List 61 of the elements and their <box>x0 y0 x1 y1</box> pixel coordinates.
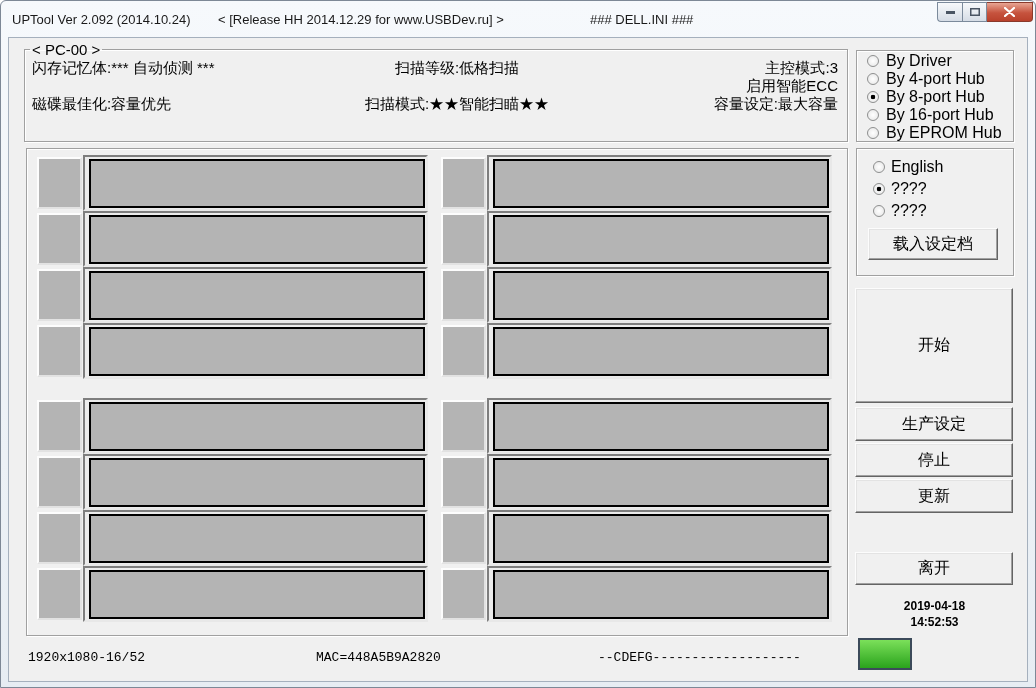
port-status-tile <box>441 568 486 620</box>
action-button[interactable]: 生产设定 <box>855 407 1013 441</box>
info-text: 启用智能ECC <box>746 76 838 95</box>
minimize-button[interactable] <box>937 2 962 22</box>
maximize-icon <box>969 8 980 16</box>
close-icon <box>1004 7 1015 17</box>
date-text: 2019-04-18 <box>903 598 966 614</box>
hub-mode-radio[interactable]: By 16-port Hub <box>867 106 994 124</box>
hub-mode-radio[interactable]: By 4-port Hub <box>867 70 985 88</box>
minimize-icon <box>945 10 955 14</box>
port-status-tile <box>37 269 82 321</box>
radio-icon[interactable] <box>867 91 879 103</box>
release-label: < [Release HH 2014.12.29 for www.USBDev.ru] > <box>218 11 504 27</box>
port-status-tile <box>441 269 486 321</box>
language-radio[interactable]: English <box>873 156 944 178</box>
radio-icon[interactable] <box>873 161 885 173</box>
hub-mode-radio[interactable]: By 8-port Hub <box>867 88 985 106</box>
window-title: UPTool Ver 2.092 (2014.10.24) <box>12 11 191 27</box>
port-status-tile <box>441 213 486 265</box>
config-file-label: ### DELL.INI ### <box>590 11 694 27</box>
port-status-tile <box>37 568 82 620</box>
radio-icon[interactable] <box>867 127 879 139</box>
info-text: 扫描等级:低格扫描 <box>394 59 520 77</box>
load-config-button[interactable]: 载入设定档 <box>868 228 998 260</box>
port-status-tile <box>441 325 486 377</box>
time-text: 14:52:53 <box>910 614 959 630</box>
port-status-tile <box>37 400 82 452</box>
radio-icon[interactable] <box>873 183 885 195</box>
info-text: 闪存记忆体:*** 自动侦测 *** <box>32 59 215 77</box>
action-button[interactable]: 更新 <box>855 479 1013 513</box>
info-text: 磁碟最佳化:容量优先 <box>32 94 172 112</box>
info-text: 主控模式:3 <box>765 59 838 77</box>
radio-icon[interactable] <box>873 205 885 217</box>
close-button[interactable] <box>987 2 1033 22</box>
port-status-tile <box>37 456 82 508</box>
mac-address-text: MAC=448A5B9A2820 <box>316 650 441 666</box>
drive-letters-text: --CDEFG------------------- <box>598 650 801 666</box>
port-status-tile <box>37 325 82 377</box>
port-status-tile <box>37 512 82 564</box>
hub-mode-radio[interactable]: By Driver <box>867 52 952 70</box>
radio-icon[interactable] <box>867 109 879 121</box>
exit-button[interactable]: 离开 <box>855 552 1013 585</box>
port-status-tile <box>441 512 486 564</box>
hub-mode-radio[interactable]: By EPROM Hub <box>867 124 1002 142</box>
resolution-text: 1920x1080-16/52 <box>28 650 146 666</box>
action-button[interactable]: 停止 <box>855 443 1013 477</box>
status-light-icon <box>858 638 912 670</box>
port-status-tile <box>441 400 486 452</box>
start-button[interactable]: 开始 <box>855 288 1013 403</box>
port-status-tile <box>37 213 82 265</box>
radio-icon[interactable] <box>867 73 879 85</box>
port-status-tile <box>441 157 486 209</box>
maximize-button[interactable] <box>962 2 987 22</box>
info-text: 容量设定:最大容量 <box>713 94 838 112</box>
info-text: 扫描模式:★★智能扫瞄★★ <box>364 94 550 112</box>
panel-legend: < PC-00 > <box>30 42 103 57</box>
port-status-tile <box>441 456 486 508</box>
language-radio[interactable]: ???? <box>873 200 927 222</box>
radio-icon[interactable] <box>867 55 879 67</box>
port-status-tile <box>37 157 82 209</box>
language-radio[interactable]: ???? <box>873 178 927 200</box>
